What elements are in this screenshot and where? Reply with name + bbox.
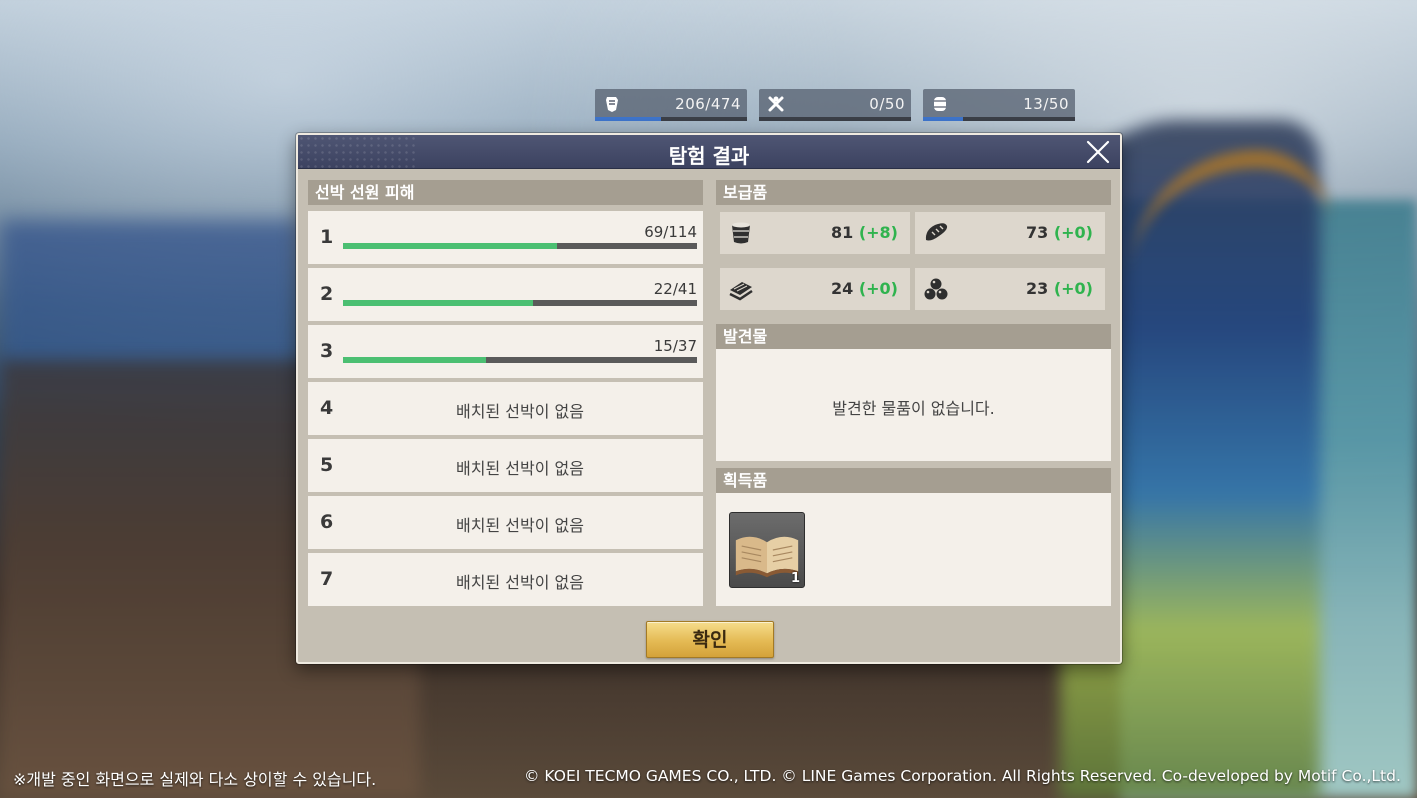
crossed-tools-icon (768, 96, 784, 112)
development-notice: ※개발 중인 화면으로 실제와 다소 상이할 수 있습니다. (13, 770, 377, 789)
barrel-icon (934, 97, 946, 111)
confirm-button[interactable]: 확인 (646, 621, 774, 658)
supply-lumber: 24 (+0) (720, 268, 910, 310)
ship-row: 1 69/114 (308, 211, 703, 264)
supply-value: 24 (+0) (830, 279, 898, 298)
no-ship-label: 배치된 선박이 없음 (456, 516, 584, 535)
bread-icon (925, 223, 948, 241)
ship-crew-bar (343, 300, 697, 306)
resource-bar-cargo: 13/50 (923, 89, 1075, 121)
discovery-section-title: 발견물 (716, 324, 1111, 349)
no-ship-label: 배치된 선박이 없음 (456, 573, 584, 592)
ship-number: 3 (320, 340, 334, 362)
supply-value: 73 (+0) (1025, 223, 1093, 242)
acquired-panel: 1 (716, 493, 1111, 606)
ship-number: 4 (320, 397, 334, 419)
supply-food: 73 (+0) (915, 212, 1105, 254)
ship-crew-bar (343, 243, 697, 249)
ship-row: 7 배치된 선박이 없음 (308, 553, 703, 606)
supply-value: 81 (+8) (830, 223, 898, 242)
ship-crew-value: 69/114 (644, 223, 697, 241)
supply-water: 81 (+8) (720, 212, 910, 254)
no-ship-label: 배치된 선박이 없음 (456, 402, 584, 421)
resource-track (595, 117, 747, 121)
ship-number: 7 (320, 568, 334, 590)
ship-row: 5 배치된 선박이 없음 (308, 439, 703, 492)
ship-row: 4 배치된 선박이 없음 (308, 382, 703, 435)
acquired-item-slot[interactable]: 1 (729, 512, 805, 588)
resource-track (923, 117, 1075, 121)
resource-value-sailors: 0/50 (869, 95, 905, 113)
ship-number: 2 (320, 283, 334, 305)
ship-crew-value: 15/37 (653, 337, 697, 355)
ship-damage-section-title: 선박 선원 피해 (308, 180, 703, 205)
water-barrel-icon (732, 222, 750, 244)
supply-ammo: 23 (+0) (915, 268, 1105, 310)
exploration-result-dialog: 탐험 결과 선박 선원 피해 1 69/114 2 22/41 3 15/37 … (296, 133, 1122, 664)
resource-bar-durability: 206/474 (595, 89, 747, 121)
ship-number: 5 (320, 454, 334, 476)
item-count: 1 (790, 571, 800, 586)
acquired-section-title: 획득품 (716, 468, 1111, 493)
shield-icon (606, 97, 618, 112)
dialog-title: 탐험 결과 (668, 144, 750, 168)
ship-crew-value: 22/41 (653, 280, 697, 298)
ship-row: 2 22/41 (308, 268, 703, 321)
resource-bar-sailors: 0/50 (759, 89, 911, 121)
discovery-panel: 발견한 물품이 없습니다. (716, 349, 1111, 461)
ship-number: 6 (320, 511, 334, 533)
close-icon[interactable] (1084, 138, 1112, 166)
ship-crew-bar (343, 357, 697, 363)
supply-value: 23 (+0) (1025, 279, 1093, 298)
resource-value-durability: 206/474 (675, 95, 741, 113)
ship-row: 6 배치된 선박이 없음 (308, 496, 703, 549)
dialog-header: 탐험 결과 (298, 135, 1120, 169)
cannonball-icon (924, 278, 948, 300)
resource-track (759, 117, 911, 121)
copyright-text: © KOEI TECMO GAMES CO., LTD. © LINE Game… (524, 767, 1401, 785)
supplies-section-title: 보급품 (716, 180, 1111, 205)
no-ship-label: 배치된 선박이 없음 (456, 459, 584, 478)
ship-row: 3 15/37 (308, 325, 703, 378)
ship-number: 1 (320, 226, 334, 248)
lumber-icon (729, 282, 753, 301)
resource-value-cargo: 13/50 (1023, 95, 1069, 113)
no-discovery-label: 발견한 물품이 없습니다. (832, 399, 995, 418)
